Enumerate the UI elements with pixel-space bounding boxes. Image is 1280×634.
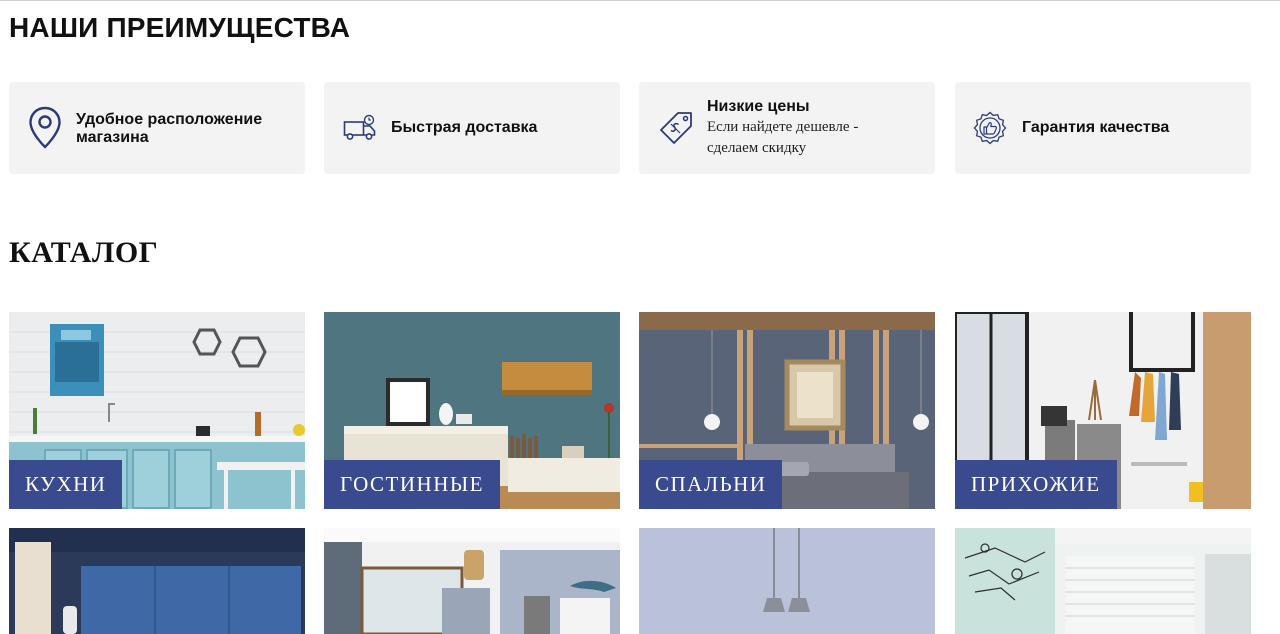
category-label: ПРИХОЖИЕ	[955, 460, 1117, 509]
advantage-card-quality: Гарантия качества	[955, 82, 1251, 174]
price-tag-icon	[658, 82, 694, 174]
pendant-lamps-photo	[639, 528, 935, 634]
kids-room-photo	[324, 528, 620, 634]
wardrobe-photo	[9, 528, 305, 634]
top-divider	[0, 0, 1280, 1]
advantage-title: Удобное расположение магазина	[76, 111, 263, 146]
catalog-tile-living-rooms[interactable]: ГОСТИННЫЕ	[324, 312, 620, 509]
catalog-tile-hallways[interactable]: ПРИХОЖИЕ	[955, 312, 1251, 509]
office-photo	[955, 528, 1251, 634]
catalog-tile-offices[interactable]	[955, 528, 1251, 634]
advantage-card-location: Удобное расположение магазина	[9, 82, 305, 174]
delivery-truck-icon	[343, 82, 377, 174]
catalog-tile-wardrobes[interactable]	[9, 528, 305, 634]
advantage-subtitle: Если найдете дешевле - сделаем скидку	[707, 119, 859, 156]
advantage-card-delivery: Быстрая доставка	[324, 82, 620, 174]
advantage-title: Низкие цены	[707, 98, 810, 115]
category-label: ГОСТИННЫЕ	[324, 460, 501, 509]
advantage-title: Гарантия качества	[1022, 119, 1170, 136]
advantage-title: Быстрая доставка	[391, 119, 538, 136]
catalog-heading: КАТАЛОГ	[9, 236, 159, 269]
catalog-tile-kitchens[interactable]: КУХНИ	[9, 312, 305, 509]
catalog-tile-bedrooms[interactable]: СПАЛЬНИ	[639, 312, 935, 509]
catalog-tile-kids-rooms[interactable]	[324, 528, 620, 634]
category-label: СПАЛЬНИ	[639, 460, 783, 509]
advantage-card-prices: Низкие цены Если найдете дешевле - сдела…	[639, 82, 935, 174]
quality-badge-icon	[973, 82, 1007, 174]
advantages-heading: НАШИ ПРЕИМУЩЕСТВА	[9, 12, 351, 43]
category-label: КУХНИ	[9, 460, 123, 509]
catalog-tile-lighting[interactable]	[639, 528, 935, 634]
map-pin-icon	[28, 82, 62, 174]
